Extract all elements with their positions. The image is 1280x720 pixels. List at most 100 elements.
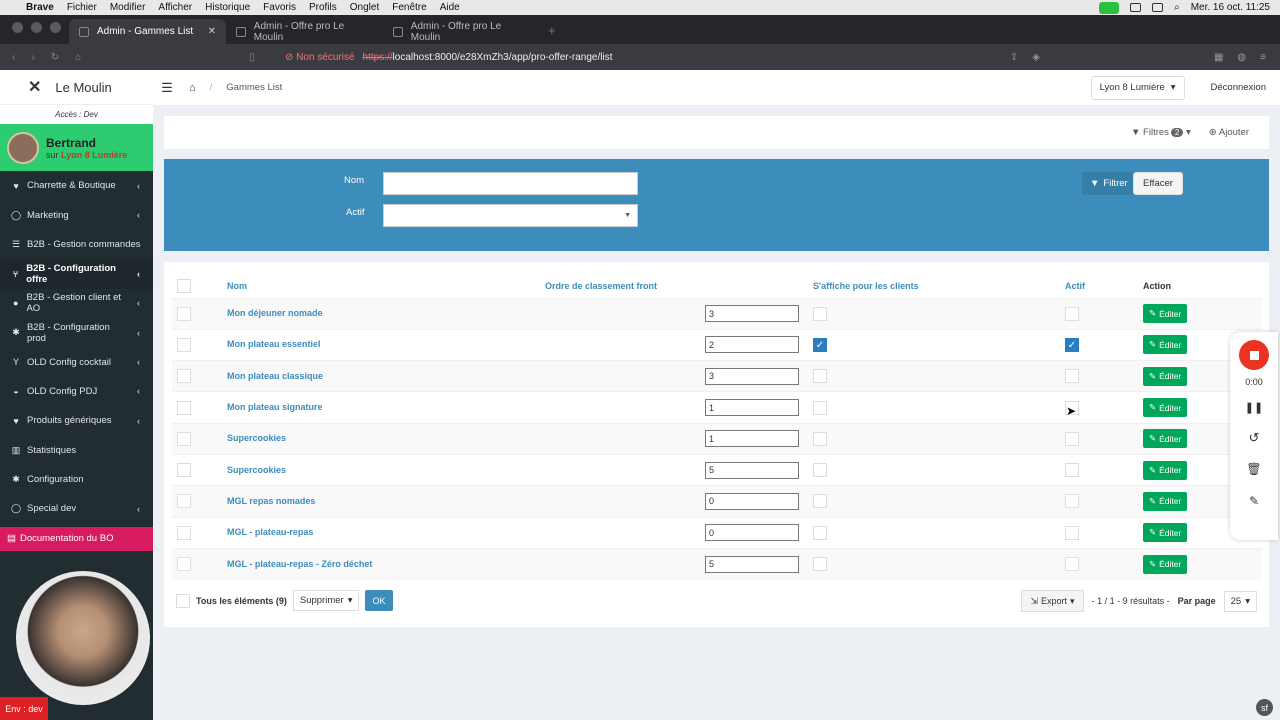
edit-button[interactable]: ✎ Éditer <box>1143 335 1188 355</box>
range-name-link[interactable]: MGL repas nomades <box>227 496 315 506</box>
logo[interactable]: ✕ Le Moulin <box>0 70 153 104</box>
row-select-checkbox[interactable] <box>177 525 191 540</box>
sidebar-item-statistiques[interactable]: ▥ Statistiques <box>0 436 153 465</box>
order-input[interactable]: 3 <box>705 367 799 385</box>
reload-icon[interactable]: ↻ <box>51 52 59 63</box>
order-input[interactable]: 3 <box>705 305 799 323</box>
batch-action-select[interactable]: Supprimer ▾ <box>292 590 360 611</box>
row-select-checkbox[interactable] <box>177 400 191 415</box>
menu-profils[interactable]: Profils <box>309 2 337 13</box>
name-filter-input[interactable] <box>383 172 638 195</box>
range-name-link[interactable]: Mon plateau classique <box>227 371 323 381</box>
active-checkbox[interactable] <box>1065 369 1079 384</box>
order-input[interactable]: 0 <box>705 524 799 542</box>
clear-button[interactable]: Effacer <box>1133 172 1183 195</box>
display-checkbox[interactable] <box>813 557 827 572</box>
home-icon[interactable]: ⌂ <box>189 82 196 94</box>
zoom-window-icon[interactable] <box>50 22 61 33</box>
pencil-icon[interactable]: ✎ <box>1249 494 1259 508</box>
edit-button[interactable]: ✎ Éditer <box>1143 491 1188 511</box>
order-input[interactable]: 2 <box>705 336 799 354</box>
select-all-elements-checkbox[interactable] <box>176 593 190 608</box>
menu-favoris[interactable]: Favoris <box>263 2 296 13</box>
filter-button[interactable]: ▼ Filtrer <box>1082 172 1136 195</box>
order-input[interactable]: 1 <box>705 399 799 417</box>
range-name-link[interactable]: Mon déjeuner nomade <box>227 308 323 318</box>
active-checkbox[interactable] <box>1065 431 1079 446</box>
order-input[interactable]: 0 <box>705 492 799 510</box>
trash-icon[interactable]: 🗑 <box>1246 462 1261 476</box>
row-select-checkbox[interactable] <box>177 463 191 478</box>
symfony-toolbar-icon[interactable]: sf <box>1256 699 1273 716</box>
new-tab-icon[interactable]: + <box>540 23 564 44</box>
display-checkbox[interactable] <box>813 525 827 540</box>
range-name-link[interactable]: Mon plateau signature <box>227 402 323 412</box>
site-select[interactable]: Lyon 8 Lumière ▾ <box>1090 75 1185 100</box>
sidebar-item-special-dev[interactable]: ◯ Special dev ‹ <box>0 494 153 523</box>
display-checkbox[interactable] <box>813 400 827 415</box>
screen-record-icon[interactable] <box>1099 1 1120 14</box>
active-checkbox[interactable] <box>1065 525 1079 540</box>
wifi-icon[interactable] <box>1152 3 1164 12</box>
range-name-link[interactable]: Mon plateau essentiel <box>227 339 321 349</box>
range-name-link[interactable]: MGL - plateau-repas - Zéro déchet <box>227 559 372 569</box>
filters-toggle[interactable]: ▼ Filtres 2 ▾ <box>1131 127 1191 138</box>
menu-aide[interactable]: Aide <box>440 2 460 13</box>
menu-icon[interactable]: ≡ <box>1260 52 1266 63</box>
active-filter-select[interactable]: ▼ <box>383 204 638 227</box>
sidebar-item-configuration-offre[interactable]: ⑂ B2B - Configuration offre ‹ <box>0 259 153 289</box>
documentation-link[interactable]: ▤ Documentation du BO <box>0 526 153 551</box>
display-checkbox[interactable] <box>813 306 827 321</box>
pause-icon[interactable]: ❚❚ <box>1245 401 1263 414</box>
range-name-link[interactable]: Supercookies <box>227 433 286 443</box>
select-all-checkbox[interactable] <box>177 278 191 293</box>
minimize-window-icon[interactable] <box>31 22 42 33</box>
browser-tab[interactable]: Admin - Offre pro Le Moulin <box>226 19 383 44</box>
menu-afficher[interactable]: Afficher <box>158 2 192 13</box>
share-icon[interactable]: ⇪ <box>1010 52 1018 63</box>
edit-button[interactable]: ✎ Éditer <box>1143 398 1188 418</box>
active-checkbox[interactable] <box>1065 463 1079 478</box>
browser-tab[interactable]: Admin - Offre pro Le Moulin <box>383 19 540 44</box>
stop-recording-button[interactable] <box>1239 340 1269 370</box>
order-input[interactable]: 1 <box>705 430 799 448</box>
sidebar-item-gestion-client[interactable]: ● B2B - Gestion client et AO ‹ <box>0 289 153 318</box>
active-checkbox[interactable] <box>1065 494 1079 509</box>
row-select-checkbox[interactable] <box>177 369 191 384</box>
active-checkbox[interactable] <box>1065 306 1079 321</box>
brave-shield-icon[interactable]: ◈ <box>1032 52 1040 63</box>
hamburger-icon[interactable]: ☰ <box>153 80 181 96</box>
range-name-link[interactable]: MGL - plateau-repas <box>227 527 313 537</box>
url-text[interactable]: localhost:8000/e28XmZh3/app/pro-offer-ra… <box>393 52 613 63</box>
display-checkbox[interactable] <box>813 369 827 384</box>
row-select-checkbox[interactable] <box>177 306 191 321</box>
menu-brave[interactable]: Brave <box>26 2 54 13</box>
back-icon[interactable]: ‹ <box>12 52 15 63</box>
home-icon[interactable]: ⌂ <box>75 52 81 63</box>
restart-icon[interactable]: ↺ <box>1249 430 1260 446</box>
batch-ok-button[interactable]: OK <box>365 590 393 611</box>
forward-icon[interactable]: › <box>31 52 34 63</box>
sidebar-item-produits-generiques[interactable]: ♥ Produits génériques ‹ <box>0 406 153 435</box>
display-checkbox[interactable] <box>813 463 827 478</box>
sidebar-item-charrette[interactable]: ♥ Charrette & Boutique ‹ <box>0 171 153 200</box>
sidebar-item-configuration[interactable]: ✱ Configuration <box>0 465 153 494</box>
column-header-display[interactable]: S'affiche pour les clients <box>813 274 1065 299</box>
edit-button[interactable]: ✎ Éditer <box>1143 460 1188 480</box>
order-input[interactable]: 5 <box>705 555 799 573</box>
sidebar-item-configuration-prod[interactable]: ✱ B2B - Configuration prod ‹ <box>0 318 153 347</box>
sidebar-item-gestion-commandes[interactable]: ☰ B2B - Gestion commandes <box>0 230 153 259</box>
clock[interactable]: Mer. 16 oct. 11:25 <box>1191 2 1270 13</box>
display-checkbox[interactable] <box>813 431 827 446</box>
display-checkbox[interactable]: ✓ <box>813 337 827 352</box>
active-checkbox[interactable]: ✓ <box>1065 337 1079 352</box>
per-page-select[interactable]: 25 ▾ <box>1223 590 1257 612</box>
column-header-active[interactable]: Actif <box>1065 274 1143 299</box>
extension-icon[interactable]: ▦ <box>1214 52 1223 63</box>
display-checkbox[interactable] <box>813 494 827 509</box>
edit-button[interactable]: ✎ Éditer <box>1143 429 1188 449</box>
menu-historique[interactable]: Historique <box>205 2 250 13</box>
bookmark-icon[interactable]: ▯ <box>249 52 255 63</box>
close-window-icon[interactable] <box>12 22 23 33</box>
export-button[interactable]: ⇲ Export ▾ <box>1021 590 1084 612</box>
